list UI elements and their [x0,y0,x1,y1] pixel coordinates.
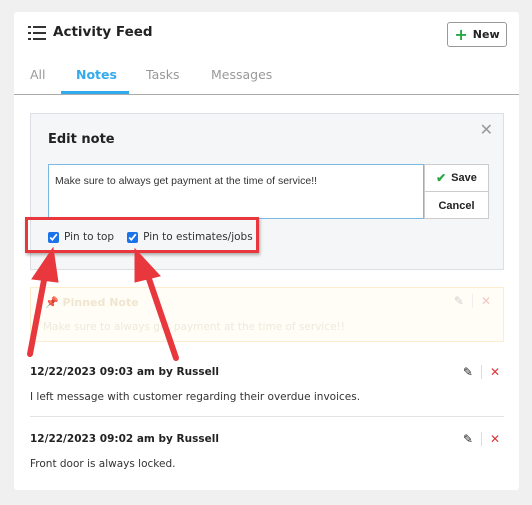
pinned-note-title-text: Pinned Note [62,296,139,309]
note-entry: 12/22/2023 09:02 am by Russell Front doo… [30,432,504,470]
action-separator [480,365,482,379]
header: Activity Feed + New [14,12,519,57]
tab-bar: All Notes Tasks Messages [14,62,519,95]
action-separator [480,432,482,446]
note-entry-header: 12/22/2023 09:02 am by Russell [30,433,219,445]
delete-icon[interactable]: ✕ [490,365,500,379]
edit-pencil-icon[interactable]: ✎ [454,294,464,308]
note-entry-text: I left message with customer regarding t… [30,391,361,403]
note-entry-actions: ✎ ✕ [463,365,500,379]
edit-note-title: Edit note [48,132,115,147]
note-entry-header: 12/22/2023 09:03 am by Russell [30,366,219,378]
pinned-note-title: 📌 Pinned Note [45,296,139,309]
note-entry-text: Front door is always locked. [30,458,176,470]
entry-divider [30,416,504,417]
note-entry: 12/22/2023 09:03 am by Russell I left me… [30,365,504,403]
list-icon [28,26,46,40]
pinned-note-text: Make sure to always get payment at the t… [43,321,345,333]
delete-icon[interactable]: ✕ [481,294,491,308]
delete-icon[interactable]: ✕ [490,432,500,446]
save-button[interactable]: ✔ Save [425,165,488,192]
plus-icon: + [454,24,468,44]
page-title: Activity Feed [53,24,153,40]
active-tab-indicator [61,91,129,94]
close-icon[interactable]: ✕ [480,120,493,139]
edit-actions: ✔ Save Cancel [424,164,489,219]
new-button-label: New [472,28,500,41]
action-separator [471,294,473,308]
edit-pencil-icon[interactable]: ✎ [463,365,473,379]
annotation-highlight-box [25,217,259,253]
note-input[interactable]: Make sure to always get payment at the t… [48,164,424,219]
tab-all[interactable]: All [30,67,46,95]
tab-messages[interactable]: Messages [211,67,272,95]
pinned-note-actions: ✎ ✕ [454,294,491,308]
note-entry-actions: ✎ ✕ [463,432,500,446]
tab-tasks[interactable]: Tasks [146,67,180,95]
checkmark-icon: ✔ [436,171,447,185]
pinned-note: 📌 Pinned Note Make sure to always get pa… [30,287,504,342]
pin-icon: 📌 [45,296,59,309]
edit-pencil-icon[interactable]: ✎ [463,432,473,446]
new-button[interactable]: + New [447,22,507,47]
save-label: Save [451,172,477,184]
cancel-button[interactable]: Cancel [425,192,488,219]
